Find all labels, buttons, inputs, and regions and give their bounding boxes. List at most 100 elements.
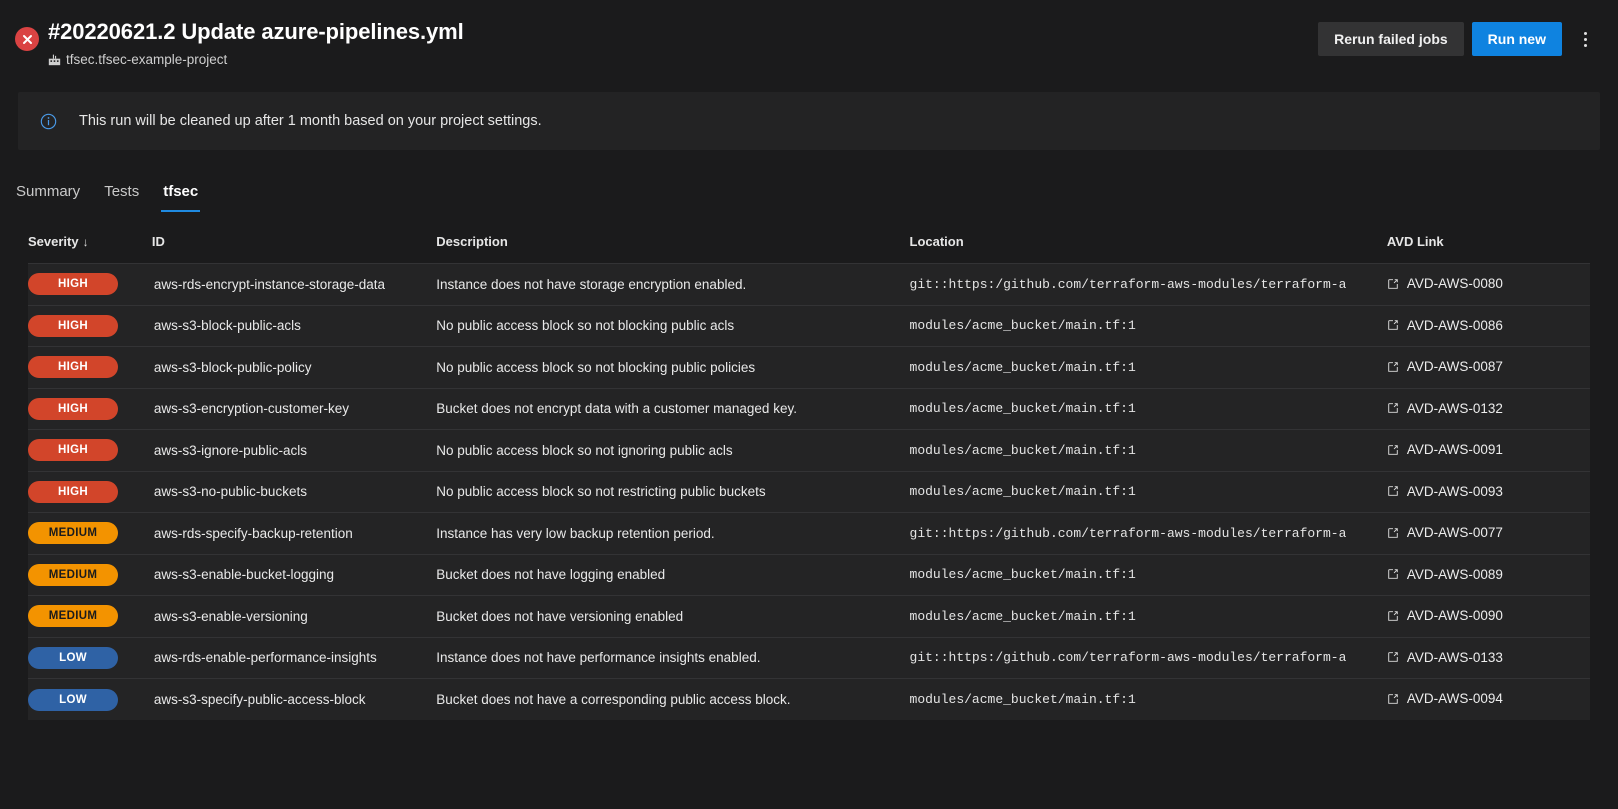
status-badge: HIGH: [28, 480, 118, 503]
tab-tests[interactable]: Tests: [102, 183, 141, 212]
avd-link[interactable]: AVD-AWS-0093: [1387, 484, 1503, 499]
avd-link-label: AVD-AWS-0133: [1406, 649, 1503, 665]
avd-link[interactable]: AVD-AWS-0094: [1387, 691, 1503, 706]
avd-link[interactable]: AVD-AWS-0080: [1387, 276, 1503, 291]
status-badge: HIGH: [28, 397, 118, 420]
avd-link[interactable]: AVD-AWS-0090: [1387, 608, 1503, 623]
run-new-button[interactable]: Run new: [1471, 22, 1562, 56]
avd-link-label: AVD-AWS-0132: [1406, 400, 1503, 416]
column-header-severity[interactable]: Severity ↓: [28, 234, 152, 264]
run-subtitle: tfsec.tfsec-example-project: [48, 52, 1318, 67]
tab-summary[interactable]: Summary: [14, 183, 82, 212]
column-header-location[interactable]: Location: [910, 234, 1387, 264]
status-badge: HIGH: [28, 314, 118, 337]
cell-severity: HIGH: [28, 471, 152, 513]
cell-location: modules/acme_bucket/main.tf:1: [909, 608, 1136, 624]
external-link-icon: [1388, 693, 1398, 704]
status-badge: MEDIUM: [28, 605, 118, 628]
cell-severity: HIGH: [28, 430, 152, 472]
cell-id: aws-rds-encrypt-instance-storage-data: [153, 276, 385, 292]
avd-link-label: AVD-AWS-0086: [1406, 317, 1503, 333]
cell-severity: MEDIUM: [28, 554, 152, 596]
column-header-avd-link[interactable]: AVD Link: [1387, 234, 1590, 264]
cell-description: Bucket does not have logging enabled: [436, 567, 666, 583]
avd-link[interactable]: AVD-AWS-0089: [1387, 567, 1503, 582]
cell-id: aws-s3-encryption-customer-key: [153, 401, 349, 417]
run-status-icon-wrap: [10, 22, 44, 56]
external-link-icon: [1388, 444, 1398, 455]
table-row[interactable]: HIGH aws-s3-encryption-customer-key Bucket…: [28, 388, 1590, 430]
external-link-icon: [1388, 403, 1398, 413]
avd-link[interactable]: AVD-AWS-0133: [1387, 650, 1503, 665]
sort-descending-icon: ↓: [82, 235, 89, 249]
table-row[interactable]: MEDIUM aws-s3-enable-versioning Bucket doe…: [28, 595, 1590, 638]
cell-description: Instance has very low backup retention p…: [436, 525, 715, 541]
cell-id: aws-s3-no-public-buckets: [153, 484, 307, 500]
avd-link[interactable]: AVD-AWS-0091: [1387, 442, 1503, 457]
column-header-severity-label: Severity: [28, 234, 79, 249]
external-link-icon: [1388, 361, 1398, 372]
table-header: Severity ↓ ID Description Location AVD Li…: [28, 234, 1590, 264]
cell-description: Instance does not have storage encryptio…: [436, 276, 747, 292]
rerun-failed-jobs-button[interactable]: Rerun failed jobs: [1318, 22, 1464, 56]
table-row[interactable]: LOW aws-s3-specify-public-access-block Buc…: [28, 678, 1590, 721]
table-row[interactable]: MEDIUM aws-s3-enable-bucket-logging Bucket…: [28, 554, 1590, 596]
cell-location: modules/acme_bucket/main.tf:1: [909, 692, 1136, 707]
avd-link-label: AVD-AWS-0094: [1406, 691, 1503, 707]
external-link-icon: [1388, 486, 1398, 496]
avd-link[interactable]: AVD-AWS-0077: [1387, 525, 1503, 540]
table-row[interactable]: HIGH aws-s3-block-public-policy No public …: [28, 346, 1590, 389]
column-header-id[interactable]: ID: [152, 234, 436, 264]
cell-location: modules/acme_bucket/main.tf:1: [909, 401, 1136, 417]
avd-link-label: AVD-AWS-0080: [1406, 276, 1503, 291]
cell-avd-link: AVD-AWS-0087: [1387, 347, 1590, 389]
table-row[interactable]: MEDIUM aws-rds-specify-backup-retention In…: [28, 512, 1590, 555]
cell-avd-link: AVD-AWS-0133: [1387, 637, 1590, 679]
table-row[interactable]: HIGH aws-s3-ignore-public-acls No public a…: [28, 429, 1590, 472]
cell-description: No public access block so not restrictin…: [436, 484, 766, 500]
external-link-icon: [1388, 320, 1398, 330]
cell-severity: HIGH: [28, 264, 152, 306]
cell-description: Bucket does not have versioning enabled: [436, 608, 684, 624]
retention-info-text: This run will be cleaned up after 1 mont…: [79, 113, 542, 129]
cell-severity: MEDIUM: [28, 513, 152, 555]
cell-description: Bucket does not encrypt data with a cust…: [436, 401, 797, 417]
column-header-description[interactable]: Description: [436, 234, 909, 264]
table-row[interactable]: HIGH aws-s3-no-public-buckets No public ac…: [28, 471, 1590, 513]
external-link-icon: [1388, 610, 1398, 621]
kebab-menu-icon[interactable]: [1570, 22, 1600, 56]
table-body: HIGH aws-rds-encrypt-instance-storage-dat…: [28, 263, 1590, 721]
header-text-block: #20220621.2 Update azure-pipelines.yml t…: [44, 18, 1318, 67]
table-row[interactable]: LOW aws-rds-enable-performance-insights In…: [28, 637, 1590, 679]
table-row[interactable]: HIGH aws-s3-block-public-acls No public ac…: [28, 305, 1590, 347]
external-link-icon: [1388, 278, 1398, 289]
cell-description: No public access block so not blocking p…: [436, 318, 735, 334]
run-tabs: Summary Tests tfsec: [14, 172, 1618, 212]
info-icon: [40, 113, 57, 129]
cell-id: aws-s3-enable-bucket-logging: [153, 567, 334, 583]
tfsec-results-table: Severity ↓ ID Description Location AVD Li…: [28, 234, 1590, 720]
cell-avd-link: AVD-AWS-0090: [1387, 596, 1590, 638]
cell-location: modules/acme_bucket/main.tf:1: [909, 442, 1136, 458]
page-title: #20220621.2 Update azure-pipelines.yml: [48, 19, 464, 44]
cell-id: aws-s3-ignore-public-acls: [153, 442, 307, 458]
cell-location: modules/acme_bucket/main.tf:1: [909, 318, 1136, 334]
cell-severity: LOW: [28, 679, 152, 721]
avd-link[interactable]: AVD-AWS-0086: [1387, 318, 1503, 333]
retention-info-banner: This run will be cleaned up after 1 mont…: [18, 92, 1600, 150]
cell-location: modules/acme_bucket/main.tf:1: [909, 359, 1136, 375]
table-row[interactable]: HIGH aws-rds-encrypt-instance-storage-dat…: [28, 263, 1590, 306]
avd-link[interactable]: AVD-AWS-0087: [1387, 359, 1503, 374]
cell-severity: HIGH: [28, 347, 152, 389]
cell-avd-link: AVD-AWS-0077: [1387, 513, 1590, 555]
status-badge: HIGH: [28, 273, 118, 296]
status-badge: MEDIUM: [28, 522, 118, 545]
cell-id: aws-s3-block-public-acls: [153, 318, 301, 334]
avd-link[interactable]: AVD-AWS-0132: [1387, 401, 1503, 416]
cell-location: modules/acme_bucket/main.tf:1: [909, 484, 1136, 500]
cell-description: No public access block so not ignoring p…: [436, 442, 733, 458]
tab-tfsec[interactable]: tfsec: [161, 183, 201, 212]
cell-severity: HIGH: [28, 305, 152, 347]
cell-avd-link: AVD-AWS-0132: [1387, 388, 1590, 430]
cell-id: aws-s3-specify-public-access-block: [153, 692, 366, 707]
